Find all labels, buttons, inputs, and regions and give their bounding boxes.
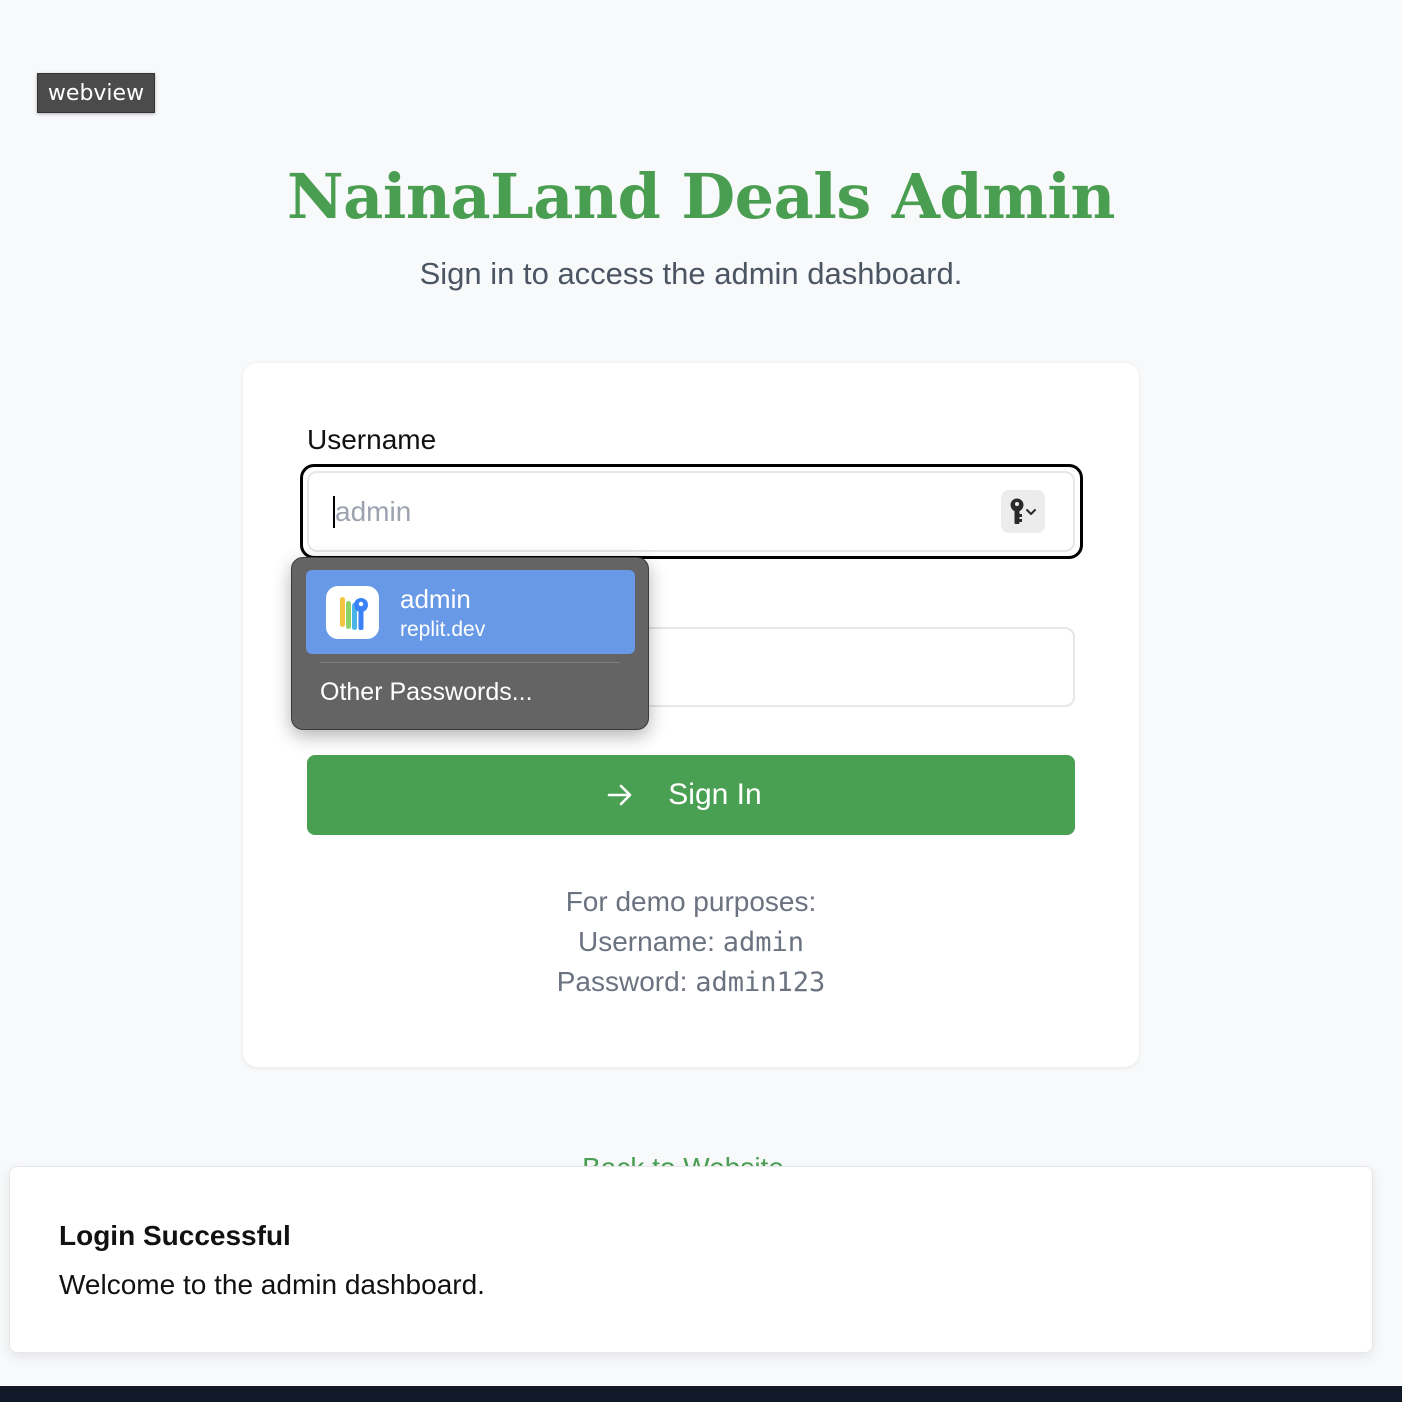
username-placeholder: admin xyxy=(335,495,412,527)
other-passwords-item[interactable]: Other Passwords... xyxy=(320,678,533,707)
username-label: Username xyxy=(307,424,437,455)
password-autofill-button[interactable] xyxy=(1001,490,1045,533)
autofill-site: replit.dev xyxy=(400,618,486,641)
demo-username-value: admin xyxy=(722,927,804,958)
arrow-right-icon xyxy=(606,781,634,809)
text-caret xyxy=(333,496,335,528)
demo-username-prefix: Username: xyxy=(578,926,723,957)
autofill-account-item[interactable]: admin replit.dev xyxy=(306,570,635,654)
sign-in-button[interactable]: Sign In xyxy=(307,755,1075,835)
page-subtitle: Sign in to access the admin dashboard. xyxy=(419,256,963,291)
username-input[interactable]: admin xyxy=(307,471,1075,552)
demo-password: Password: admin123 xyxy=(0,966,1382,998)
password-autofill-menu: admin replit.dev Other Passwords... xyxy=(291,557,649,730)
sign-in-label: Sign In xyxy=(668,778,762,811)
toast-description: Welcome to the admin dashboard. xyxy=(59,1269,485,1300)
demo-password-prefix: Password: xyxy=(556,966,696,997)
demo-intro: For demo purposes: xyxy=(565,886,817,917)
key-icon xyxy=(1010,498,1036,524)
demo-username: Username: admin xyxy=(0,926,1382,958)
passwords-app-icon xyxy=(326,586,379,639)
autofill-divider xyxy=(320,662,620,663)
autofill-username: admin xyxy=(400,584,471,614)
bottom-bar xyxy=(0,1386,1402,1402)
webview-tag: webview xyxy=(37,73,155,113)
demo-password-value: admin123 xyxy=(695,967,826,998)
toast-title: Login Successful xyxy=(59,1220,291,1251)
toast-notification: Login Successful Welcome to the admin da… xyxy=(9,1166,1373,1353)
chevron-down-icon xyxy=(1026,508,1036,515)
page-title: NainaLand Deals Admin xyxy=(286,160,1116,233)
